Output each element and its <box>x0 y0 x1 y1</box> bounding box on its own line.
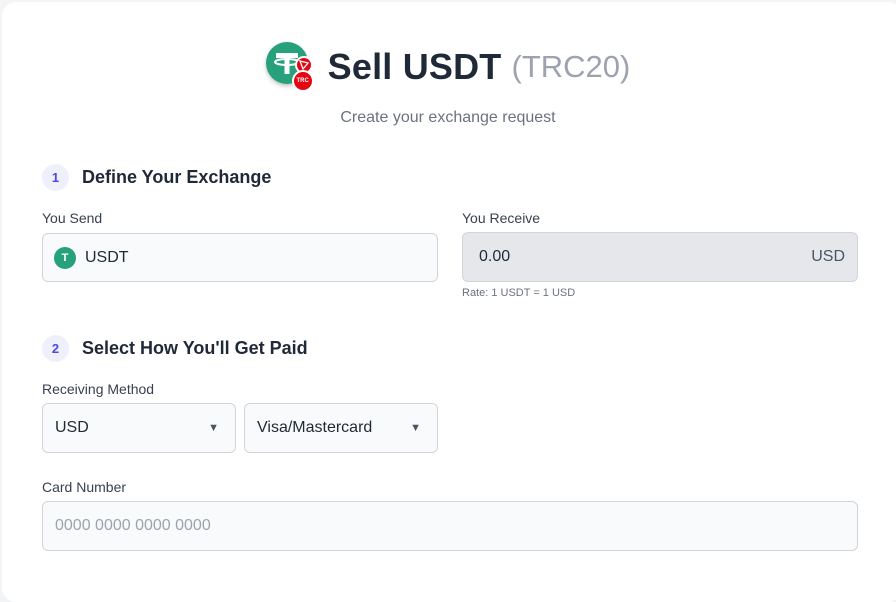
network-tag: (TRC20) <box>511 49 631 84</box>
receive-currency-label: USD <box>811 248 845 265</box>
step-get-paid: 2 Select How You'll Get Paid <box>42 335 308 362</box>
you-receive-field: 0.00 USD <box>462 232 858 282</box>
currency-select[interactable]: USD ▼ <box>42 403 236 453</box>
you-receive-label: You Receive <box>462 210 541 226</box>
page-title: Sell USDT <box>327 46 502 87</box>
currency-select-value: USD <box>55 419 89 436</box>
you-send-field[interactable]: T USDT <box>42 233 438 282</box>
card-number-input[interactable]: 0000 0000 0000 0000 <box>42 501 858 551</box>
you-send-label: You Send <box>42 210 103 226</box>
usdt-coin-icon: T <box>54 246 76 269</box>
tron-badge-icon: TRC <box>291 70 314 92</box>
receiving-method-label: Receiving Method <box>42 381 155 397</box>
caret-down-icon: ▼ <box>208 422 219 434</box>
title-row: TRC Sell USDT (TRC20) <box>265 42 631 92</box>
payment-method-value: Visa/Mastercard <box>257 419 373 436</box>
send-currency-value: USDT <box>85 248 129 266</box>
step-define-exchange: 1 Define Your Exchange <box>42 164 271 191</box>
card-number-label: Card Number <box>42 479 127 495</box>
step-title: Define Your Exchange <box>82 167 272 187</box>
caret-down-icon: ▼ <box>410 422 421 434</box>
exchange-rate-text: Rate: 1 USDT = 1 USD <box>462 287 576 299</box>
step-title: Select How You'll Get Paid <box>82 338 308 358</box>
step-number-badge: 2 <box>42 335 69 362</box>
card-number-placeholder: 0000 0000 0000 0000 <box>55 517 211 534</box>
page-header: TRC Sell USDT (TRC20) <box>0 42 896 97</box>
step-number-badge: 1 <box>42 164 69 191</box>
receive-amount-value: 0.00 <box>479 248 511 265</box>
tether-logo-icon: TRC <box>265 42 314 92</box>
payment-method-select[interactable]: Visa/Mastercard ▼ <box>244 403 438 453</box>
page-subtitle: Create your exchange request <box>340 109 556 126</box>
